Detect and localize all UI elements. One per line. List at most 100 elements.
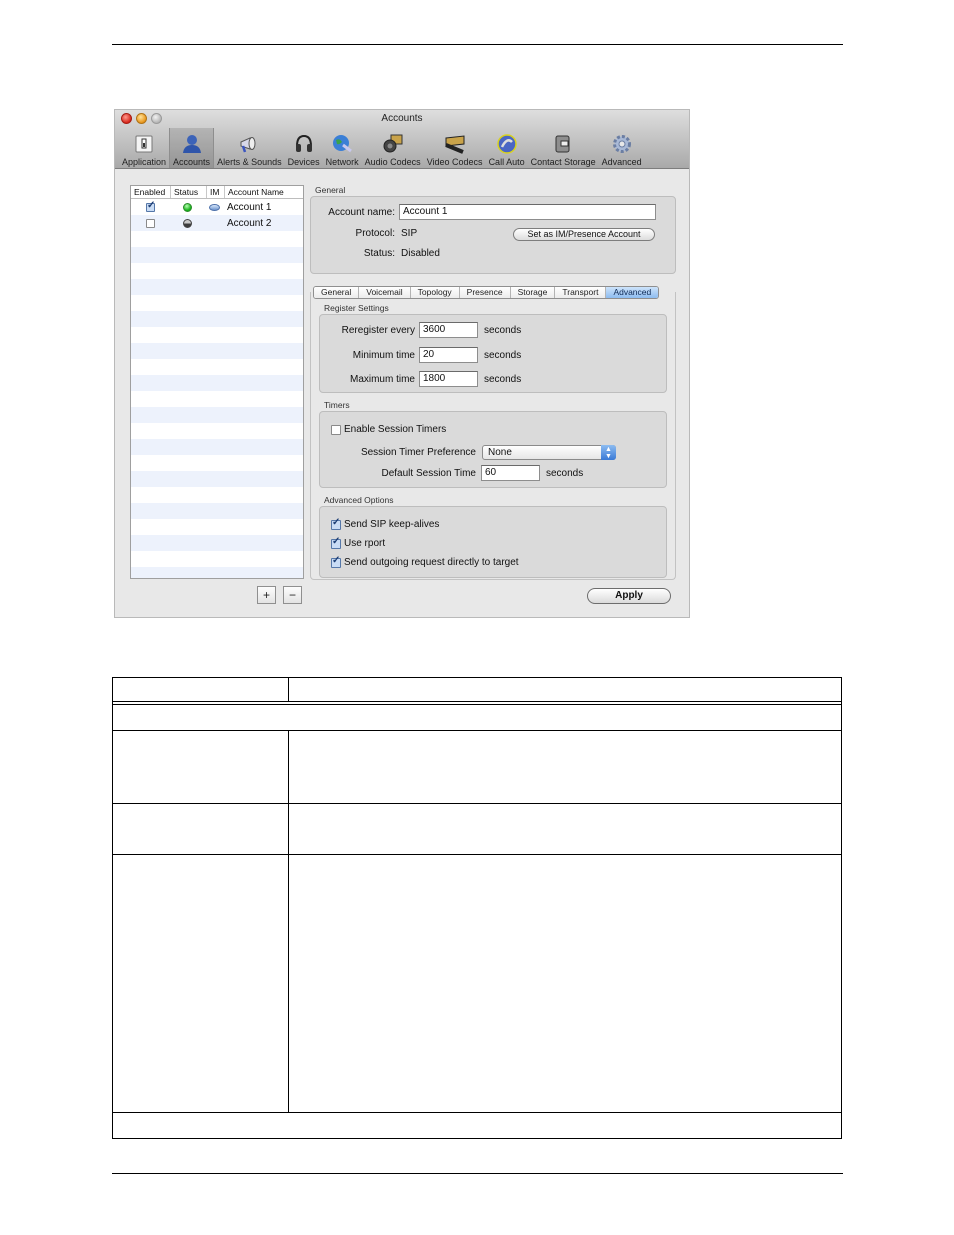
toolbar-item-video-codecs[interactable]: Video Codecs: [424, 128, 486, 168]
table-row-rule: [112, 803, 842, 804]
table-row-rule: [112, 854, 842, 855]
use-rport-option[interactable]: Use rport: [331, 536, 385, 549]
default-session-time-label: Default Session Time: [381, 468, 477, 479]
maximum-time-field[interactable]: 1800: [419, 371, 478, 387]
protocol-value: SIP: [401, 228, 418, 239]
empty-row: [131, 359, 303, 375]
advanced-options-label: Advanced Options: [324, 495, 394, 505]
status-online-icon: [183, 202, 192, 212]
table-border-bottom: [112, 1138, 842, 1139]
table-border-right: [841, 677, 842, 1139]
enable-session-timers-checkbox[interactable]: [331, 424, 341, 435]
empty-row: [131, 391, 303, 407]
column-header-status[interactable]: Status: [171, 186, 207, 198]
timers-label: Timers: [324, 400, 350, 410]
status-offline-icon: [183, 218, 192, 228]
gear-icon: [611, 133, 633, 155]
session-timer-preference-value: None: [488, 447, 512, 458]
table-column-divider: [288, 730, 289, 1112]
column-header-im[interactable]: IM: [207, 186, 225, 198]
toolbar-item-network[interactable]: Network: [323, 128, 362, 168]
send-direct-to-target-option[interactable]: Send outgoing request directly to target: [331, 555, 519, 568]
table-header-rule: [112, 701, 842, 702]
empty-row: [131, 311, 303, 327]
default-session-time-field[interactable]: 60: [481, 465, 540, 481]
account-row[interactable]: Account 2: [131, 215, 303, 231]
table-column-divider: [288, 677, 289, 702]
tab-topology[interactable]: Topology: [410, 287, 460, 298]
empty-row: [131, 567, 303, 578]
session-timer-preference-label: Session Timer Preference: [360, 447, 476, 458]
minimum-time-label: Minimum time: [352, 350, 415, 361]
toolbar-item-alerts-sounds[interactable]: Alerts & Sounds: [214, 128, 285, 168]
send-direct-to-target-label: Send outgoing request directly to target: [344, 557, 519, 568]
protocol-label: Protocol:: [355, 228, 395, 239]
table-header-rule-double: [112, 704, 842, 705]
add-account-button[interactable]: +: [257, 586, 276, 604]
tab-advanced[interactable]: Advanced: [606, 287, 659, 298]
empty-row: [131, 519, 303, 535]
user-silhouette-icon: [181, 133, 203, 155]
window-title: Accounts: [381, 113, 423, 124]
enable-session-timers-option[interactable]: Enable Session Timers: [331, 424, 446, 435]
toolbar-item-audio-codecs[interactable]: Audio Codecs: [362, 128, 424, 168]
toolbar-item-accounts[interactable]: Accounts: [169, 128, 215, 168]
column-header-enabled[interactable]: Enabled: [131, 186, 171, 198]
toolbar-item-devices[interactable]: Devices: [285, 128, 323, 168]
megaphone-icon: [238, 133, 260, 155]
empty-row: [131, 375, 303, 391]
table-row-rule: [112, 1112, 842, 1113]
session-timer-preference-select[interactable]: None ▲ ▼: [482, 445, 616, 460]
empty-row: [131, 407, 303, 423]
column-header-account-name[interactable]: Account Name: [225, 186, 287, 198]
enable-session-timers-label: Enable Session Timers: [344, 424, 447, 435]
headset-icon: [293, 133, 315, 155]
account-name: Account 1: [227, 201, 272, 213]
accounts-preferences-window: Accounts Application Accounts Alerts & S…: [114, 109, 690, 618]
apply-button[interactable]: Apply: [587, 588, 671, 604]
toolbar-item-advanced[interactable]: Advanced: [599, 128, 645, 168]
use-rport-checkbox[interactable]: [331, 536, 341, 549]
tab-presence[interactable]: Presence: [459, 287, 511, 298]
account-name-field[interactable]: Account 1: [399, 204, 656, 220]
set-im-presence-account-button[interactable]: Set as IM/Presence Account: [513, 228, 655, 241]
account-name-label: Account name:: [328, 207, 395, 218]
send-direct-to-target-checkbox[interactable]: [331, 555, 341, 568]
tab-general[interactable]: General: [314, 287, 360, 298]
preferences-toolbar: Application Accounts Alerts & Sounds Dev…: [119, 128, 645, 168]
send-sip-keepalives-checkbox[interactable]: [331, 517, 341, 530]
tab-transport[interactable]: Transport: [555, 287, 607, 298]
empty-row: [131, 471, 303, 487]
toolbar-item-call-auto[interactable]: Call Auto: [486, 128, 528, 168]
send-sip-keepalives-label: Send SIP keep-alives: [344, 519, 440, 530]
accounts-table-header: Enabled Status IM Account Name: [131, 186, 303, 199]
empty-row: [131, 423, 303, 439]
account-enabled-checkbox[interactable]: [146, 200, 155, 212]
im-bubble-icon: [209, 203, 220, 211]
minimum-time-field[interactable]: 20: [419, 347, 478, 363]
reregister-field[interactable]: 3600: [419, 322, 478, 338]
register-settings-label: Register Settings: [324, 303, 389, 313]
status-value: Disabled: [401, 248, 440, 259]
tab-storage[interactable]: Storage: [510, 287, 556, 298]
toolbar-item-application[interactable]: Application: [119, 128, 169, 168]
application-switch-icon: [133, 133, 155, 155]
tab-voicemail[interactable]: Voicemail: [359, 287, 411, 298]
accounts-table: Enabled Status IM Account Name Account 1…: [130, 185, 304, 579]
filmstrip-icon: [444, 133, 466, 155]
table-border-left: [112, 677, 113, 1139]
status-label: Status:: [363, 248, 395, 259]
toolbar-item-contact-storage[interactable]: Contact Storage: [528, 128, 599, 168]
table-row-rule: [112, 730, 842, 731]
account-row[interactable]: Account 1: [131, 199, 303, 215]
title-bar: Accounts Application Accounts Alerts & S…: [115, 110, 689, 169]
empty-row: [131, 439, 303, 455]
account-name: Account 2: [227, 217, 272, 229]
send-sip-keepalives-option[interactable]: Send SIP keep-alives: [331, 517, 440, 530]
remove-account-button[interactable]: −: [283, 586, 302, 604]
footer-rule: [112, 1173, 843, 1174]
account-enabled-checkbox[interactable]: [146, 218, 155, 228]
empty-row: [131, 231, 303, 247]
empty-row: [131, 551, 303, 567]
empty-row: [131, 535, 303, 551]
